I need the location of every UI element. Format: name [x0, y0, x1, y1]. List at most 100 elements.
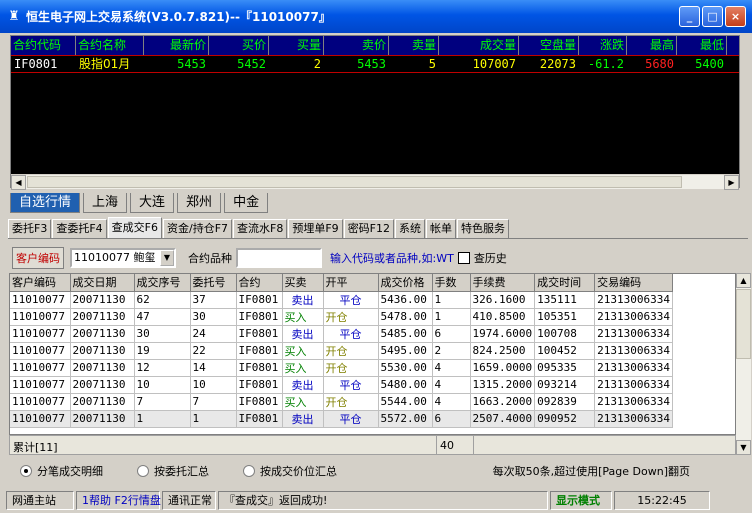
- radio-by-order-label[interactable]: 按委托汇总: [154, 463, 209, 479]
- cell-trade-no: 47: [134, 308, 191, 326]
- quote-row[interactable]: IF0801 股指01月 5453 5452 2 5453 5 107007 2…: [11, 55, 739, 73]
- table-row[interactable]: 11010077 20071130 47 30 IF0801 买入 开仓 5478.00 1 41…: [10, 308, 673, 326]
- cell-fee: 1974.6000: [470, 325, 536, 343]
- customer-select-value: 11010077 鲍玺: [74, 251, 156, 264]
- radio-by-price[interactable]: [243, 465, 255, 477]
- col-price[interactable]: 成交价格: [378, 274, 433, 292]
- tab-shanghai[interactable]: 上海: [83, 193, 128, 213]
- close-button[interactable]: ×: [725, 6, 746, 27]
- quote-col-code[interactable]: 合约代码: [11, 36, 76, 55]
- tab-special-services[interactable]: 特色服务: [457, 219, 510, 238]
- cell-exchange-code: 21313006334: [594, 393, 673, 411]
- quote-col-name[interactable]: 合约名称: [76, 36, 144, 55]
- col-trade-no[interactable]: 成交序号: [134, 274, 191, 292]
- tab-watchlist[interactable]: 自选行情: [10, 193, 81, 213]
- radio-by-order[interactable]: [137, 465, 149, 477]
- display-mode-button[interactable]: 显示模式: [550, 491, 612, 510]
- quote-hscroll-thumb[interactable]: [27, 176, 682, 188]
- scroll-down-icon[interactable]: ▼: [736, 440, 751, 455]
- maximize-button[interactable]: □: [702, 6, 723, 27]
- chevron-down-icon[interactable]: ▼: [160, 250, 174, 266]
- tab-zhengzhou[interactable]: 郑州: [177, 193, 222, 213]
- tab-statement[interactable]: 帐单: [426, 219, 457, 238]
- cell-order-no: 7: [190, 393, 237, 411]
- col-fee[interactable]: 手续费: [470, 274, 536, 292]
- scroll-up-icon[interactable]: ▲: [736, 273, 751, 288]
- tab-query-orders[interactable]: 查委托F4: [52, 219, 107, 238]
- table-row[interactable]: 11010077 20071130 12 14 IF0801 买入 开仓 5530.00 4 16…: [10, 359, 673, 377]
- table-row[interactable]: 11010077 20071130 10 10 IF0801 卖出 平仓 5480.00 4 13…: [10, 376, 673, 394]
- cell-price: 5495.00: [378, 342, 433, 360]
- table-vscroll-thumb[interactable]: [736, 289, 751, 359]
- quote-col-change[interactable]: 涨跌: [579, 36, 627, 55]
- status-message: 『查成交』返回成功!: [218, 491, 548, 510]
- quote-col-oi[interactable]: 空盘量: [519, 36, 579, 55]
- quote-hscrollbar[interactable]: ◀ ▶: [11, 174, 739, 190]
- tab-cash-flow[interactable]: 查流水F8: [233, 219, 288, 238]
- radio-by-fill[interactable]: [20, 465, 32, 477]
- cell-trade-no: 30: [134, 325, 191, 343]
- quote-col-bidvol[interactable]: 买量: [269, 36, 324, 55]
- cell-date: 20071130: [70, 393, 135, 411]
- cell-side: 买入: [282, 308, 324, 326]
- col-lots[interactable]: 手数: [432, 274, 471, 292]
- cell-price: 5530.00: [378, 359, 433, 377]
- scroll-left-icon[interactable]: ◀: [11, 175, 26, 190]
- customer-select[interactable]: 11010077 鲍玺 ▼: [70, 248, 176, 268]
- col-exchange-code[interactable]: 交易编码: [594, 274, 673, 292]
- quote-col-askvol[interactable]: 卖量: [389, 36, 439, 55]
- table-row[interactable]: 11010077 20071130 30 24 IF0801 卖出 平仓 5485.00 6 19…: [10, 325, 673, 343]
- table-row[interactable]: 11010077 20071130 19 22 IF0801 买入 开仓 5495.00 2 82…: [10, 342, 673, 360]
- cell-open-close: 平仓: [323, 410, 379, 428]
- cell-order-no: 22: [190, 342, 237, 360]
- col-customer[interactable]: 客户编码: [10, 274, 71, 292]
- quote-col-ask[interactable]: 卖价: [324, 36, 389, 55]
- table-row[interactable]: 11010077 20071130 7 7 IF0801 买入 开仓 5544.00 4 1663…: [10, 393, 673, 411]
- col-date[interactable]: 成交日期: [70, 274, 135, 292]
- tab-system[interactable]: 系统: [395, 219, 426, 238]
- tab-preset-orders[interactable]: 预埋单F9: [288, 219, 343, 238]
- quote-col-low[interactable]: 最低: [677, 36, 727, 55]
- cell-price: 5572.00: [378, 410, 433, 428]
- table-row[interactable]: 11010077 20071130 62 37 IF0801 卖出 平仓 5436.00 1 32…: [10, 291, 673, 309]
- table-row[interactable]: 11010077 20071130 1 1 IF0801 卖出 平仓 5572.00 6 2507…: [10, 410, 673, 428]
- tab-password[interactable]: 密码F12: [343, 219, 395, 238]
- cell-trade-no: 10: [134, 376, 191, 394]
- status-help[interactable]: 1帮助 F2行情盘: [76, 491, 161, 510]
- quote-col-last[interactable]: 最新价: [144, 36, 209, 55]
- tab-funds-positions[interactable]: 资金/持仓F7: [162, 219, 233, 238]
- col-contract[interactable]: 合约: [236, 274, 283, 292]
- cell-order-no: 24: [190, 325, 237, 343]
- col-open-close[interactable]: 开平: [323, 274, 379, 292]
- cell-side: 卖出: [282, 410, 324, 428]
- quote-high: 5680: [645, 57, 674, 71]
- tab-dalian[interactable]: 大连: [130, 193, 175, 213]
- cell-date: 20071130: [70, 376, 135, 394]
- tab-cffex[interactable]: 中金: [224, 193, 269, 213]
- cell-time: 100708: [534, 325, 596, 343]
- scroll-right-icon[interactable]: ▶: [724, 175, 739, 190]
- status-bar: 网通主站 1帮助 F2行情盘 通讯正常 『查成交』返回成功! 显示模式 15:2…: [0, 488, 752, 513]
- quote-header: 合约代码 合约名称 最新价 买价 买量 卖价 卖量 成交量 空盘量 涨跌 最高 …: [11, 36, 739, 55]
- quote-col-high[interactable]: 最高: [627, 36, 677, 55]
- cell-time: 135111: [534, 291, 596, 309]
- cell-trade-no: 1: [134, 410, 191, 428]
- tab-query-trades[interactable]: 查成交F6: [107, 217, 162, 238]
- history-checkbox[interactable]: [457, 252, 470, 264]
- quote-col-bid[interactable]: 买价: [209, 36, 269, 55]
- contract-input[interactable]: [236, 248, 322, 268]
- cell-side: 买入: [282, 393, 324, 411]
- radio-by-fill-label[interactable]: 分笔成交明细: [37, 463, 103, 479]
- cell-fee: 1315.2000: [470, 376, 536, 394]
- col-order-no[interactable]: 委托号: [190, 274, 237, 292]
- radio-by-price-label[interactable]: 按成交价位汇总: [260, 463, 337, 479]
- cell-lots: 4: [432, 359, 471, 377]
- table-vscrollbar[interactable]: ▲ ▼: [736, 273, 751, 455]
- cell-exchange-code: 21313006334: [594, 342, 673, 360]
- col-side[interactable]: 买卖: [282, 274, 324, 292]
- col-time[interactable]: 成交时间: [534, 274, 596, 292]
- minimize-button[interactable]: _: [679, 6, 700, 27]
- cell-order-no: 1: [190, 410, 237, 428]
- quote-col-volume[interactable]: 成交量: [439, 36, 519, 55]
- tab-order[interactable]: 委托F3: [8, 219, 52, 238]
